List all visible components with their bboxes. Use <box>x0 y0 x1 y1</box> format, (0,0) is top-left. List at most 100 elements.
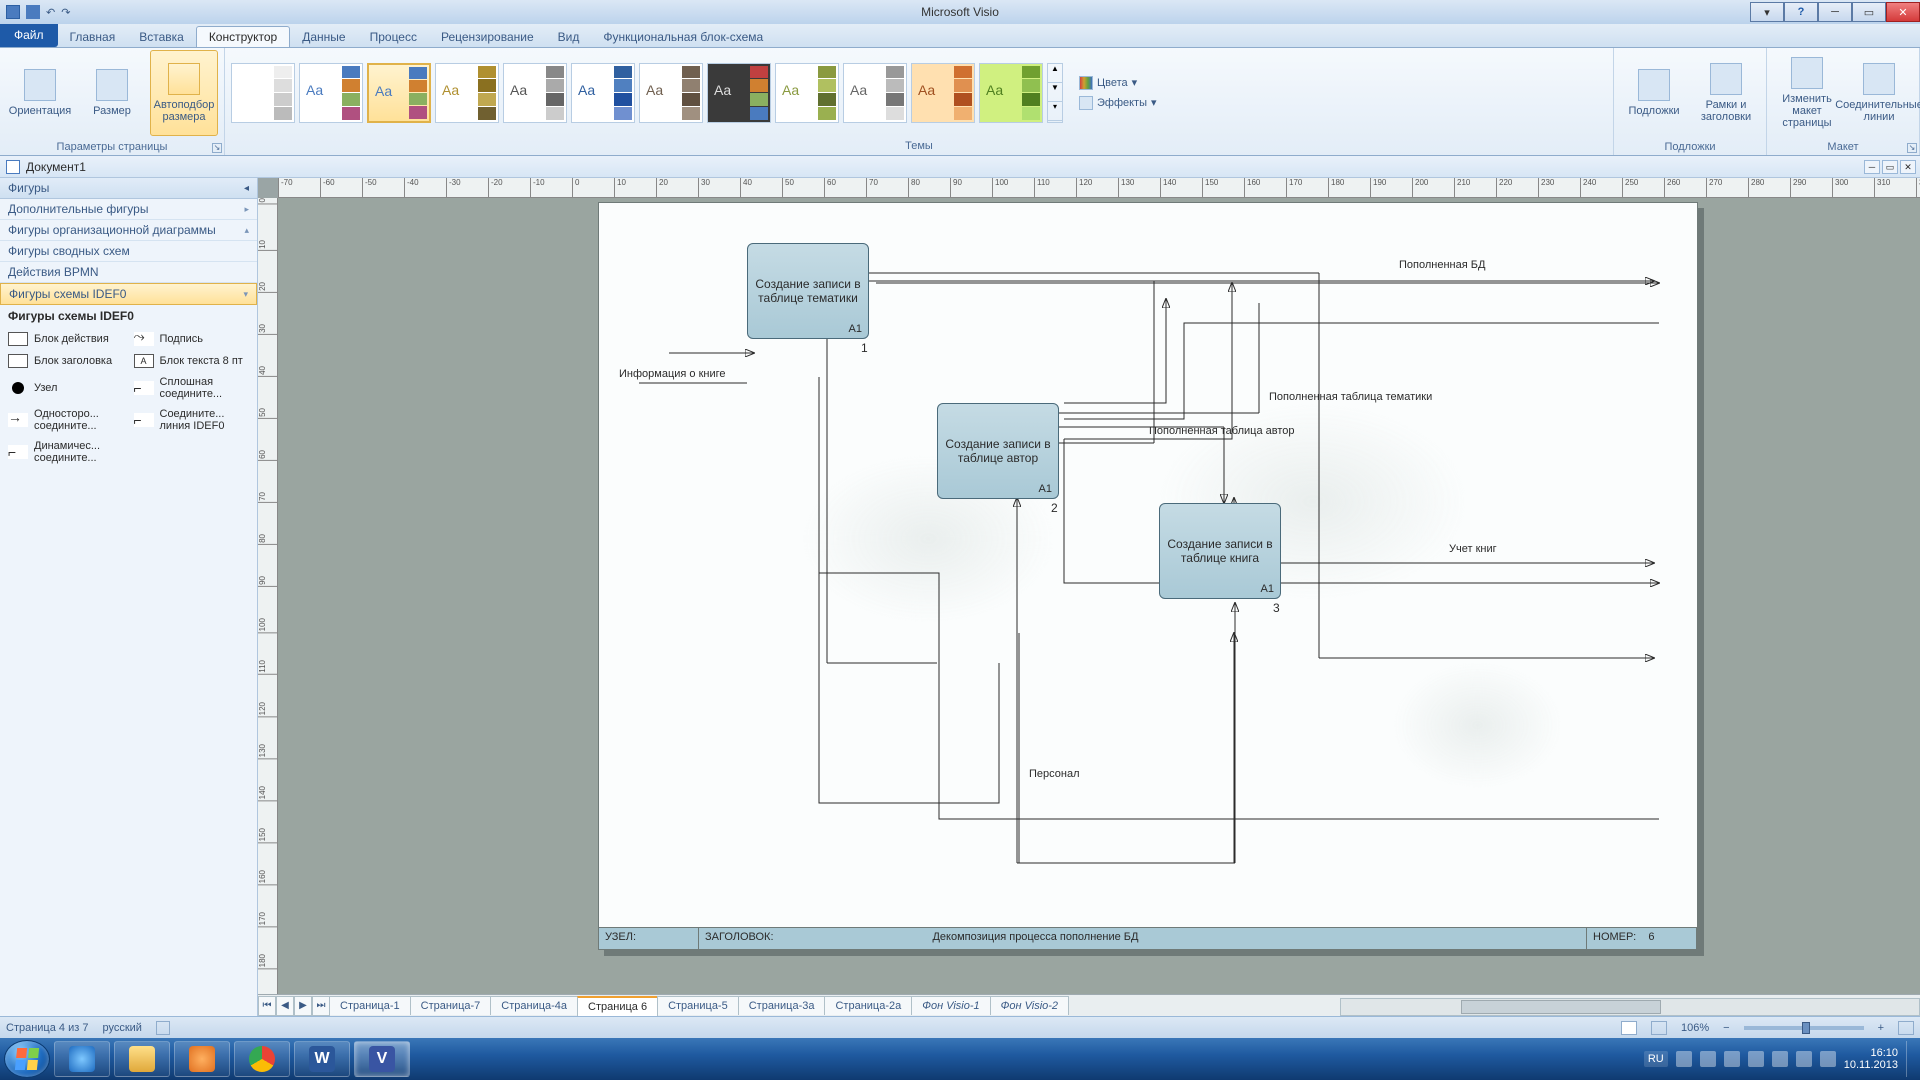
idef0-activity-box-3[interactable]: Создание записи в таблице книга A1 <box>1159 503 1281 599</box>
page-tabs-nav[interactable]: ⏮◀▶⏭ <box>258 996 330 1016</box>
theme-gallery[interactable]: Aa Aa Aa Aa Aa Aa Aa Aa Aa Aa Aa ▲▼▾ <box>231 63 1063 123</box>
zoom-level[interactable]: 106% <box>1681 1022 1709 1034</box>
shapes-category[interactable]: Фигуры организационной диаграммы▴ <box>0 220 257 241</box>
connectors-button[interactable]: Соединительные линии <box>1845 50 1913 136</box>
show-desktop-button[interactable] <box>1906 1041 1916 1077</box>
theme-item[interactable]: Aa <box>707 63 771 123</box>
page-tab[interactable]: Страница-2a <box>824 996 912 1015</box>
theme-item[interactable] <box>231 63 295 123</box>
theme-colors-button[interactable]: Цвета ▾ <box>1075 74 1161 92</box>
drawing-canvas[interactable]: Создание записи в таблице тематики A1 1 … <box>278 198 1920 994</box>
shape-stencil[interactable]: Соедините... линия IDEF0 <box>132 405 252 435</box>
page-tab[interactable]: Страница-4a <box>490 996 578 1015</box>
tray-volume-icon[interactable] <box>1820 1051 1836 1067</box>
tray-icon[interactable] <box>1772 1051 1788 1067</box>
taskbar-app-wmp[interactable] <box>174 1041 230 1077</box>
shape-stencil[interactable]: Блок действия <box>6 329 126 349</box>
tray-icon[interactable] <box>1700 1051 1716 1067</box>
tab-design[interactable]: Конструктор <box>196 26 290 47</box>
shape-stencil[interactable]: Динамичес... соедините... <box>6 437 126 467</box>
theme-item[interactable]: Aa <box>979 63 1043 123</box>
relayout-button[interactable]: Изменить макет страницы <box>1773 50 1841 136</box>
zoom-in-button[interactable]: + <box>1878 1022 1884 1034</box>
theme-item-selected[interactable]: Aa <box>367 63 431 123</box>
tray-icon[interactable] <box>1748 1051 1764 1067</box>
taskbar-app-visio[interactable]: V <box>354 1041 410 1077</box>
tray-icon[interactable] <box>1724 1051 1740 1067</box>
input-language[interactable]: RU <box>1644 1051 1668 1067</box>
shape-stencil[interactable]: AБлок текста 8 пт <box>132 351 252 371</box>
zoom-slider-knob[interactable] <box>1802 1022 1810 1034</box>
help-button[interactable]: ? <box>1784 2 1818 22</box>
tab-insert[interactable]: Вставка <box>127 27 196 47</box>
orientation-button[interactable]: Ориентация <box>6 50 74 136</box>
qat-undo-icon[interactable]: ↶ <box>46 6 55 19</box>
qat-redo-icon[interactable]: ↷ <box>61 6 70 19</box>
theme-item[interactable]: Aa <box>843 63 907 123</box>
taskbar-app-explorer[interactable] <box>114 1041 170 1077</box>
page-tab[interactable]: Страница-7 <box>410 996 492 1015</box>
view-mode-icon[interactable] <box>1651 1021 1667 1035</box>
shapes-category-active[interactable]: Фигуры схемы IDEF0▾ <box>0 283 257 305</box>
taskbar-app-word[interactable]: W <box>294 1041 350 1077</box>
taskbar-app-chrome[interactable] <box>234 1041 290 1077</box>
idef0-activity-box-1[interactable]: Создание записи в таблице тематики A1 <box>747 243 869 339</box>
qat-save-icon[interactable] <box>26 5 40 19</box>
theme-effects-button[interactable]: Эффекты ▾ <box>1075 94 1161 112</box>
shape-stencil[interactable]: Сплошная соедините... <box>132 373 252 403</box>
page-tab-background[interactable]: Фон Visio-1 <box>911 996 990 1015</box>
minimize-button[interactable]: ─ <box>1818 2 1852 22</box>
shapes-panel-header[interactable]: Фигуры◂ <box>0 178 257 199</box>
file-tab[interactable]: Файл <box>0 23 58 47</box>
tab-view[interactable]: Вид <box>546 27 592 47</box>
layout-launcher[interactable]: ↘ <box>1907 143 1917 153</box>
theme-item[interactable]: Aa <box>299 63 363 123</box>
taskbar-clock[interactable]: 16:10 10.11.2013 <box>1844 1047 1898 1071</box>
macro-record-icon[interactable] <box>156 1021 170 1035</box>
shape-stencil[interactable]: Односторо... соедините... <box>6 405 126 435</box>
horizontal-scrollbar[interactable] <box>1340 998 1920 1016</box>
shape-stencil[interactable]: Подпись <box>132 329 252 349</box>
page-setup-launcher[interactable]: ↘ <box>212 143 222 153</box>
start-button[interactable] <box>4 1040 50 1078</box>
backgrounds-button[interactable]: Подложки <box>1620 50 1688 136</box>
doc-close[interactable]: ✕ <box>1900 160 1916 174</box>
taskbar-app-ie[interactable] <box>54 1041 110 1077</box>
drawing-page[interactable]: Создание записи в таблице тематики A1 1 … <box>598 202 1698 950</box>
tab-process[interactable]: Процесс <box>358 27 429 47</box>
theme-scroll[interactable]: ▲▼▾ <box>1047 63 1063 123</box>
theme-item[interactable]: Aa <box>435 63 499 123</box>
shapes-category[interactable]: Действия BPMN <box>0 262 257 283</box>
shape-stencil[interactable]: Блок заголовка <box>6 351 126 371</box>
shapes-category[interactable]: Дополнительные фигуры▸ <box>0 199 257 220</box>
borders-titles-button[interactable]: Рамки и заголовки <box>1692 50 1760 136</box>
page-tab[interactable]: Страница-5 <box>657 996 739 1015</box>
theme-item[interactable]: Aa <box>503 63 567 123</box>
tab-review[interactable]: Рецензирование <box>429 27 546 47</box>
page-tab-background[interactable]: Фон Visio-2 <box>990 996 1069 1015</box>
tray-icon[interactable] <box>1676 1051 1692 1067</box>
size-button[interactable]: Размер <box>78 50 146 136</box>
doc-minimize[interactable]: ─ <box>1864 160 1880 174</box>
theme-item[interactable]: Aa <box>571 63 635 123</box>
page-tab-active[interactable]: Страница 6 <box>577 996 658 1016</box>
close-button[interactable]: ✕ <box>1886 2 1920 22</box>
zoom-out-button[interactable]: − <box>1723 1022 1729 1034</box>
scrollbar-thumb[interactable] <box>1461 1000 1661 1014</box>
shape-stencil[interactable]: Узел <box>6 373 126 403</box>
autosize-button[interactable]: Автоподбор размера <box>150 50 218 136</box>
ribbon-minimize-button[interactable]: ▾ <box>1750 2 1784 22</box>
fit-page-button[interactable] <box>1898 1021 1914 1035</box>
view-mode-icon[interactable] <box>1621 1021 1637 1035</box>
shapes-category[interactable]: Фигуры сводных схем <box>0 241 257 262</box>
doc-restore[interactable]: ▭ <box>1882 160 1898 174</box>
maximize-button[interactable]: ▭ <box>1852 2 1886 22</box>
tray-network-icon[interactable] <box>1796 1051 1812 1067</box>
theme-item[interactable]: Aa <box>775 63 839 123</box>
tab-home[interactable]: Главная <box>58 27 128 47</box>
page-tab[interactable]: Страница-3a <box>738 996 826 1015</box>
theme-item[interactable]: Aa <box>639 63 703 123</box>
tab-flowchart[interactable]: Функциональная блок-схема <box>591 27 775 47</box>
page-tab[interactable]: Страница-1 <box>329 996 411 1015</box>
idef0-activity-box-2[interactable]: Создание записи в таблице автор A1 <box>937 403 1059 499</box>
